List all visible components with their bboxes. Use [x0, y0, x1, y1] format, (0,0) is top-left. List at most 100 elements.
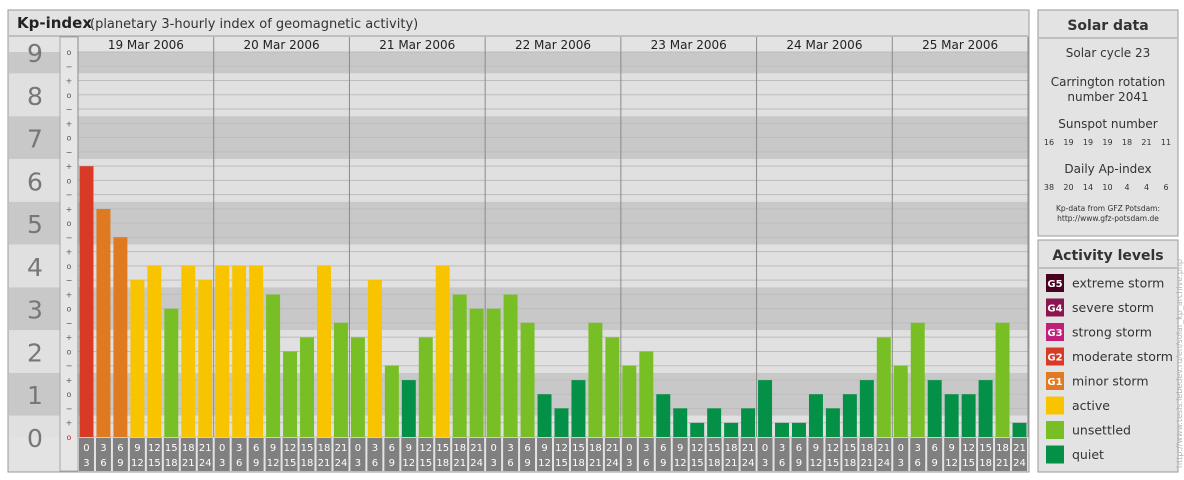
interval-start: 3 [779, 443, 785, 454]
kp-bar [486, 308, 501, 437]
subdivision-mark: o [67, 390, 72, 399]
interval-start: 21 [335, 443, 348, 454]
interval-end: 9 [932, 458, 938, 469]
solar-cycle: Solar cycle 23 [1066, 46, 1151, 60]
kp-bar [96, 208, 111, 437]
subdivision-mark: − [66, 62, 73, 71]
subdivision-mark: o [67, 347, 72, 356]
ap-value: 20 [1063, 183, 1073, 192]
kp-bar [588, 322, 603, 437]
interval-end: 15 [555, 458, 568, 469]
kp-bar [401, 380, 416, 437]
interval-end: 15 [827, 458, 840, 469]
interval-end: 24 [199, 458, 212, 469]
interval-end: 18 [572, 458, 585, 469]
y-tick-label: 1 [27, 381, 43, 410]
interval-end: 6 [372, 458, 378, 469]
sunspot-value: 16 [1044, 138, 1054, 147]
interval-end: 21 [996, 458, 1009, 469]
kp-bar [554, 408, 569, 437]
sunspot-value: 21 [1141, 138, 1151, 147]
kp-bar [198, 280, 213, 437]
kp-bar [961, 394, 976, 437]
interval-end: 12 [402, 458, 415, 469]
interval-end: 24 [606, 458, 619, 469]
interval-start: 12 [419, 443, 432, 454]
sunspot-value: 19 [1083, 138, 1093, 147]
kp-bar [350, 337, 365, 437]
interval-start: 15 [436, 443, 449, 454]
interval-start: 15 [708, 443, 721, 454]
kp-bar [605, 337, 620, 437]
legend-swatch [1046, 421, 1064, 439]
interval-start: 9 [677, 443, 683, 454]
interval-start: 6 [117, 443, 123, 454]
interval-end: 12 [945, 458, 958, 469]
ap-value: 38 [1044, 183, 1054, 192]
interval-start: 21 [877, 443, 890, 454]
interval-start: 9 [813, 443, 819, 454]
kp-bar [452, 294, 467, 437]
kp-bar [249, 265, 264, 437]
interval-start: 0 [355, 443, 361, 454]
kp-bar [283, 351, 298, 437]
interval-start: 3 [236, 443, 242, 454]
interval-start: 6 [253, 443, 259, 454]
kp-bar [622, 365, 637, 437]
interval-start: 9 [948, 443, 954, 454]
interval-end: 3 [490, 458, 496, 469]
legend-badge: G5 [1047, 279, 1062, 290]
kp-bar [164, 308, 179, 437]
ap-value: 4 [1144, 183, 1149, 192]
kp-bar [825, 408, 840, 437]
interval-start: 18 [860, 443, 873, 454]
interval-end: 18 [844, 458, 857, 469]
legend-label: moderate storm [1072, 349, 1173, 364]
interval-end: 9 [117, 458, 123, 469]
watermark: http://www.tesis.lebedev.ru/en/solar_kp_… [1175, 259, 1184, 468]
day-label: 20 Mar 2006 [244, 38, 320, 52]
interval-start: 15 [572, 443, 585, 454]
interval-end: 12 [810, 458, 823, 469]
interval-start: 15 [301, 443, 314, 454]
subdivision-mark: + [66, 290, 73, 299]
y-tick-label: 0 [27, 424, 43, 453]
ap-value: 14 [1083, 183, 1093, 192]
kp-bar [893, 365, 908, 437]
kp-bar [571, 380, 586, 437]
kp-bar [113, 237, 128, 437]
y-band [9, 52, 1028, 74]
interval-end: 12 [538, 458, 551, 469]
interval-end: 9 [389, 458, 395, 469]
subdivision-mark: o [67, 433, 72, 442]
interval-start: 18 [182, 443, 195, 454]
subdivision-mark: − [66, 404, 73, 413]
interval-end: 9 [524, 458, 530, 469]
day-label: 22 Mar 2006 [515, 38, 591, 52]
interval-start: 9 [406, 443, 412, 454]
interval-end: 21 [589, 458, 602, 469]
kp-bar [181, 265, 196, 437]
interval-start: 0 [219, 443, 225, 454]
interval-start: 12 [962, 443, 975, 454]
subdivision-mark: o [67, 219, 72, 228]
chart-title: Kp-index [17, 14, 92, 32]
subdivision-mark: − [66, 362, 73, 371]
sunspot-value: 19 [1102, 138, 1112, 147]
subdivision-mark: + [66, 205, 73, 214]
subdivision-mark: + [66, 162, 73, 171]
kp-bar [469, 308, 484, 437]
subdivision-mark: − [66, 148, 73, 157]
interval-start: 3 [372, 443, 378, 454]
interval-start: 9 [541, 443, 547, 454]
day-label: 21 Mar 2006 [379, 38, 455, 52]
interval-end: 6 [915, 458, 921, 469]
interval-start: 0 [898, 443, 904, 454]
interval-end: 18 [165, 458, 178, 469]
interval-end: 3 [626, 458, 632, 469]
interval-end: 21 [725, 458, 738, 469]
y-tick-label: 7 [27, 125, 43, 154]
interval-start: 6 [660, 443, 666, 454]
interval-end: 6 [779, 458, 785, 469]
subdivision-mark: o [67, 134, 72, 143]
